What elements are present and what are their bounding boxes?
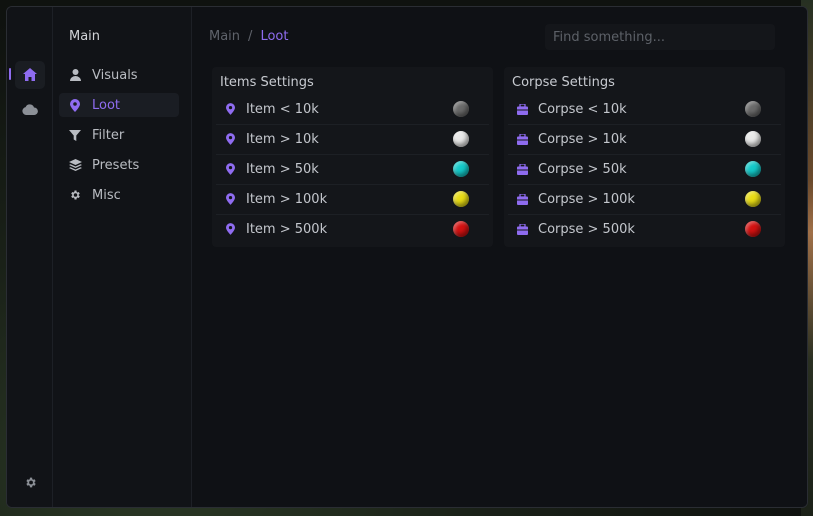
active-indicator — [9, 68, 11, 80]
map-pin-icon — [224, 222, 236, 236]
setting-label: Corpse > 10k — [538, 131, 627, 147]
color-picker-swatch[interactable] — [453, 221, 469, 237]
map-pin-icon — [68, 98, 82, 112]
rail-home-button[interactable] — [15, 61, 45, 89]
sidebar-item-visuals[interactable]: Visuals — [59, 63, 179, 87]
map-pin-icon — [224, 162, 236, 176]
setting-row[interactable]: Item > 10k — [216, 124, 489, 155]
sidebar-item-label: Filter — [92, 127, 125, 143]
briefcase-icon — [516, 132, 528, 146]
rail-settings-button[interactable] — [15, 469, 45, 497]
breadcrumb-current: Loot — [260, 29, 289, 44]
main-content: Main / Loot Items Settings Item < 10k It… — [192, 7, 807, 507]
color-picker-swatch[interactable] — [453, 161, 469, 177]
color-picker-swatch[interactable] — [453, 191, 469, 207]
user-icon — [68, 68, 82, 82]
setting-label: Corpse > 100k — [538, 191, 635, 207]
breadcrumb-root[interactable]: Main — [209, 29, 240, 44]
setting-row[interactable]: Item > 50k — [216, 154, 489, 185]
setting-label: Item > 100k — [246, 191, 328, 207]
setting-row[interactable]: Item < 10k — [216, 94, 489, 125]
map-pin-icon — [224, 132, 236, 146]
setting-row[interactable]: Corpse > 100k — [508, 184, 781, 215]
panel-title: Corpse Settings — [512, 75, 615, 90]
sidebar-item-label: Loot — [92, 97, 121, 113]
cloud-icon — [22, 100, 38, 119]
menu-title: Main — [69, 29, 101, 44]
items-settings-panel: Items Settings Item < 10k Item > 10k Ite… — [212, 67, 493, 247]
setting-label: Corpse > 50k — [538, 161, 627, 177]
sidebar-item-filter[interactable]: Filter — [59, 123, 179, 147]
map-pin-icon — [224, 102, 236, 116]
setting-label: Item > 500k — [246, 221, 328, 237]
briefcase-icon — [516, 222, 528, 236]
color-picker-swatch[interactable] — [745, 131, 761, 147]
setting-row[interactable]: Item > 500k — [216, 214, 489, 244]
breadcrumb: Main / Loot — [209, 29, 288, 44]
gear-icon — [68, 188, 82, 202]
icon-rail — [7, 7, 53, 507]
setting-row[interactable]: Corpse > 500k — [508, 214, 781, 244]
panel-title: Items Settings — [220, 75, 314, 90]
breadcrumb-separator: / — [248, 29, 253, 44]
setting-label: Item > 50k — [246, 161, 319, 177]
gear-icon — [24, 474, 37, 493]
sidebar-item-label: Visuals — [92, 67, 138, 83]
sidebar-item-loot[interactable]: Loot — [59, 93, 179, 117]
setting-row[interactable]: Corpse < 10k — [508, 94, 781, 125]
color-picker-swatch[interactable] — [745, 101, 761, 117]
color-picker-swatch[interactable] — [745, 161, 761, 177]
setting-row[interactable]: Corpse > 10k — [508, 124, 781, 155]
filter-icon — [68, 128, 82, 142]
sidebar-item-presets[interactable]: Presets — [59, 153, 179, 177]
sidebar-item-misc[interactable]: Misc — [59, 183, 179, 207]
map-pin-icon — [224, 192, 236, 206]
briefcase-icon — [516, 192, 528, 206]
layers-icon — [68, 158, 82, 172]
setting-row[interactable]: Item > 100k — [216, 184, 489, 215]
color-picker-swatch[interactable] — [453, 101, 469, 117]
color-picker-swatch[interactable] — [745, 221, 761, 237]
color-picker-swatch[interactable] — [745, 191, 761, 207]
setting-label: Corpse > 500k — [538, 221, 635, 237]
sidebar-menu: Main Visuals Loot Filter Presets Misc — [53, 7, 192, 507]
search-input[interactable] — [545, 24, 775, 50]
rail-cloud-button[interactable] — [15, 95, 45, 123]
sidebar-item-label: Presets — [92, 157, 140, 173]
app-window: Main Visuals Loot Filter Presets Misc Ma… — [6, 6, 808, 508]
setting-row[interactable]: Corpse > 50k — [508, 154, 781, 185]
home-icon — [23, 66, 37, 85]
corpse-settings-panel: Corpse Settings Corpse < 10k Corpse > 10… — [504, 67, 785, 247]
briefcase-icon — [516, 102, 528, 116]
sidebar-item-label: Misc — [92, 187, 121, 203]
setting-label: Item < 10k — [246, 101, 319, 117]
setting-label: Item > 10k — [246, 131, 319, 147]
color-picker-swatch[interactable] — [453, 131, 469, 147]
briefcase-icon — [516, 162, 528, 176]
setting-label: Corpse < 10k — [538, 101, 627, 117]
